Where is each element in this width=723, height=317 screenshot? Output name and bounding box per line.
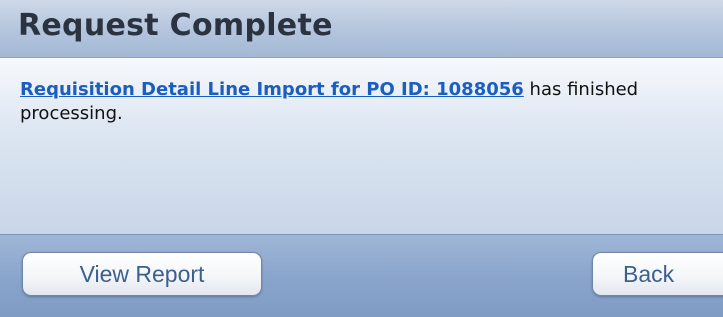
report-link[interactable]: Requisition Detail Line Import for PO ID… xyxy=(20,79,524,100)
view-report-button[interactable]: View Report xyxy=(22,252,262,296)
dialog-title: Request Complete xyxy=(18,8,333,43)
dialog-titlebar: Request Complete xyxy=(0,0,723,58)
dialog-body: Requisition Detail Line Import for PO ID… xyxy=(0,58,723,234)
dialog-footer: View Report Back xyxy=(0,234,723,317)
status-message: Requisition Detail Line Import for PO ID… xyxy=(20,78,710,126)
request-complete-dialog: Request Complete Requisition Detail Line… xyxy=(0,0,723,317)
back-button[interactable]: Back xyxy=(592,252,723,296)
